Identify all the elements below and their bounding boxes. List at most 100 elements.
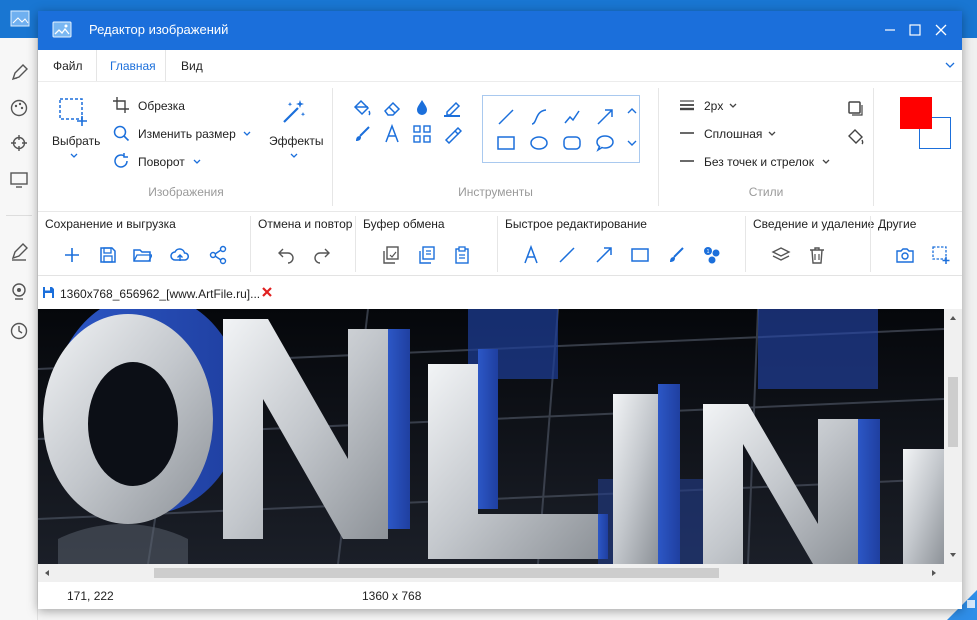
scroll-down-icon[interactable]: [948, 550, 958, 560]
rectangle-icon[interactable]: [630, 245, 650, 265]
close-window-icon[interactable]: [931, 20, 951, 40]
monitor-icon[interactable]: [9, 170, 29, 190]
camera-icon[interactable]: [895, 245, 915, 265]
edit-icon[interactable]: [9, 242, 29, 262]
vertical-scrollbar[interactable]: [944, 309, 962, 564]
shape-fill-icon[interactable]: [846, 127, 866, 147]
stroke-width-select[interactable]: 2px: [704, 99, 723, 113]
redo-icon[interactable]: [312, 245, 332, 265]
layers-icon[interactable]: [771, 245, 791, 265]
scroll-right-icon[interactable]: [929, 568, 939, 578]
chevron-down-icon[interactable]: [242, 129, 252, 139]
rounded-rectangle-shape-icon[interactable]: [562, 133, 582, 153]
close-icon[interactable]: [260, 285, 274, 299]
minimize-icon[interactable]: [880, 20, 900, 40]
pattern-icon[interactable]: [412, 124, 432, 144]
magic-wand-icon[interactable]: [280, 98, 308, 126]
fill-bucket-icon[interactable]: [352, 98, 372, 118]
crop-icon[interactable]: [112, 96, 130, 114]
rotate-icon[interactable]: [112, 152, 130, 170]
horizontal-scrollbar[interactable]: [38, 564, 944, 582]
open-folder-icon[interactable]: [132, 245, 152, 265]
arrow-shape-icon[interactable]: [595, 107, 615, 127]
delete-icon[interactable]: [807, 245, 827, 265]
save-icon[interactable]: [98, 245, 118, 265]
chevron-down-icon[interactable]: [944, 59, 956, 71]
group-label-styles: Стили: [748, 185, 784, 199]
chevron-down-icon[interactable]: [192, 157, 202, 167]
document-tab-title[interactable]: 1360x768_656962_[www.ArtFile.ru]...: [60, 287, 260, 301]
shape-outline-icon[interactable]: [846, 99, 864, 117]
rotate-button[interactable]: Поворот: [138, 155, 185, 169]
scroll-down-icon[interactable]: [626, 137, 638, 149]
line-ends-icon[interactable]: [678, 152, 696, 170]
rectangle-shape-icon[interactable]: [496, 133, 516, 153]
copy-icon[interactable]: [381, 245, 401, 265]
speech-bubble-shape-icon[interactable]: [595, 133, 615, 153]
brush-icon[interactable]: [666, 245, 686, 265]
text-icon[interactable]: [382, 124, 402, 144]
ellipse-shape-icon[interactable]: [529, 133, 549, 153]
horizontal-scrollbar-thumb[interactable]: [154, 568, 719, 578]
select-rectangle-icon[interactable]: [58, 96, 90, 128]
brush-icon[interactable]: [352, 124, 372, 144]
highlighter-icon[interactable]: [442, 98, 462, 118]
menu-view[interactable]: Вид: [181, 59, 203, 73]
eraser-icon[interactable]: [382, 98, 402, 118]
crosshair-icon[interactable]: [9, 133, 29, 153]
chevron-down-icon[interactable]: [767, 129, 777, 139]
scroll-up-icon[interactable]: [626, 105, 638, 117]
marker-icon[interactable]: [442, 124, 462, 144]
step-counter-icon[interactable]: 1: [702, 245, 722, 265]
palette-icon[interactable]: [9, 98, 29, 118]
maximize-icon[interactable]: [905, 20, 925, 40]
webcam-icon[interactable]: [9, 281, 29, 301]
chevron-down-icon[interactable]: [69, 151, 79, 161]
line-style-select[interactable]: Сплошная: [704, 127, 762, 141]
history-icon[interactable]: [9, 321, 29, 341]
menu-home[interactable]: Главная: [110, 59, 156, 73]
chevron-down-icon[interactable]: [821, 157, 831, 167]
primary-color-swatch[interactable]: [900, 97, 932, 129]
effects-button[interactable]: Эффекты: [269, 134, 324, 148]
menu-file[interactable]: Файл: [53, 59, 83, 73]
region-capture-icon[interactable]: [931, 245, 951, 265]
online-3d-letters-image: [38, 309, 944, 564]
text-icon[interactable]: [521, 245, 541, 265]
curve-shape-icon[interactable]: [529, 107, 549, 127]
add-icon[interactable]: [62, 245, 82, 265]
line-icon[interactable]: [557, 245, 577, 265]
shapes-gallery: [482, 95, 640, 163]
crop-button[interactable]: Обрезка: [138, 99, 185, 113]
status-bar: 171, 222 1360 x 768: [38, 582, 962, 609]
cloud-upload-icon[interactable]: [170, 245, 190, 265]
arrow-icon[interactable]: [594, 245, 614, 265]
line-ends-select[interactable]: Без точек и стрелок: [704, 155, 814, 169]
select-button[interactable]: Выбрать: [52, 134, 100, 148]
document-save-icon[interactable]: [42, 286, 55, 299]
line-shape-icon[interactable]: [496, 107, 516, 127]
share-icon[interactable]: [208, 245, 228, 265]
undo-icon[interactable]: [276, 245, 296, 265]
image-canvas[interactable]: [38, 309, 944, 564]
vertical-scrollbar-thumb[interactable]: [948, 377, 958, 447]
ribbon: Выбрать Обрезка Изменить размер Поворот …: [38, 81, 962, 211]
chevron-down-icon[interactable]: [728, 101, 738, 111]
resize-button[interactable]: Изменить размер: [138, 127, 236, 141]
polyline-shape-icon[interactable]: [562, 107, 582, 127]
scroll-up-icon[interactable]: [948, 313, 958, 323]
chevron-down-icon[interactable]: [289, 151, 299, 161]
line-width-icon[interactable]: [678, 96, 696, 114]
drop-icon[interactable]: [412, 98, 432, 118]
title-bar[interactable]: Редактор изображений: [38, 11, 962, 50]
quick-toolbar: Сохранение и выгрузка Отмена и повтор Бу…: [38, 211, 962, 275]
line-style-icon[interactable]: [678, 124, 696, 142]
resize-magnifier-icon[interactable]: [112, 124, 130, 142]
background-sidebar: [0, 38, 38, 620]
scroll-left-icon[interactable]: [42, 568, 52, 578]
duplicate-icon[interactable]: [417, 245, 437, 265]
group-label-clipboard: Буфер обмена: [363, 217, 445, 231]
paste-icon[interactable]: [452, 245, 472, 265]
window-title: Редактор изображений: [89, 22, 229, 37]
pencil-icon[interactable]: [9, 63, 29, 83]
